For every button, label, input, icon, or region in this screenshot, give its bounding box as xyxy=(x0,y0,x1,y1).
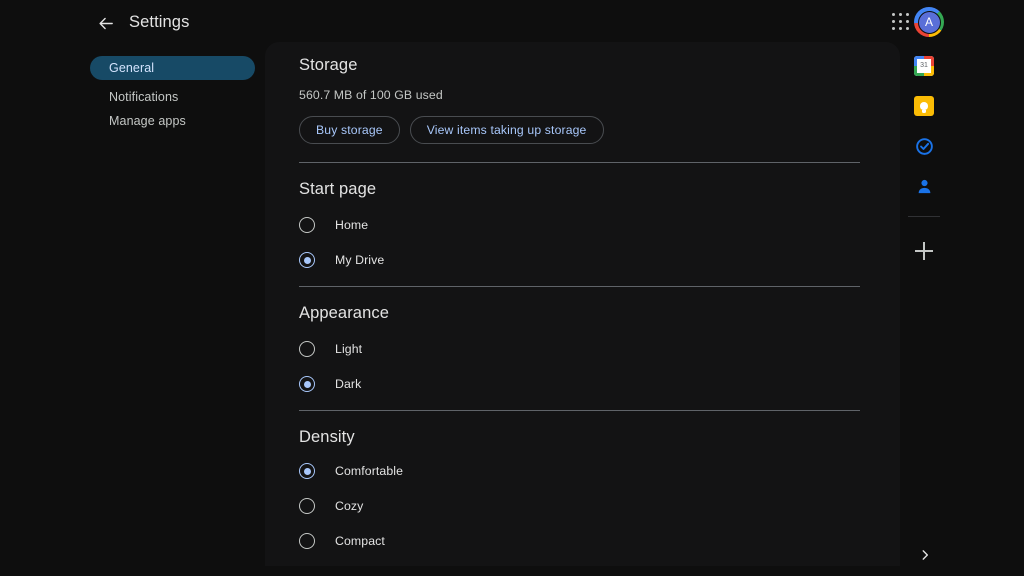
radio-label: Comfortable xyxy=(335,464,404,478)
apps-grid-dot xyxy=(892,13,896,17)
apps-grid-dot xyxy=(905,19,910,24)
radio-label: Home xyxy=(335,218,369,232)
start-page-section-title: Start page xyxy=(299,180,377,198)
sidebar-item-notifications[interactable]: Notifications xyxy=(90,85,255,109)
storage-actions: Buy storage View items taking up storage xyxy=(299,116,860,144)
avatar-initial: A xyxy=(917,10,941,34)
storage-section-title: Storage xyxy=(299,56,358,74)
appearance-option-dark[interactable]: Dark xyxy=(299,375,860,393)
rail-item-contacts[interactable] xyxy=(914,176,934,196)
chevron-right-icon xyxy=(918,548,932,567)
sidebar-item-label: Notifications xyxy=(109,90,179,104)
radio-unselected-icon[interactable] xyxy=(299,498,315,514)
back-button[interactable] xyxy=(93,10,119,36)
page-title: Settings xyxy=(129,13,190,31)
avatar[interactable]: A xyxy=(914,7,944,37)
rail-divider xyxy=(908,216,940,217)
radio-selected-icon[interactable] xyxy=(299,463,315,479)
radio-label: Light xyxy=(335,342,363,356)
sidebar-item-manage-apps[interactable]: Manage apps xyxy=(90,109,255,133)
appearance-section-title: Appearance xyxy=(299,304,389,322)
density-option-compact[interactable]: Compact xyxy=(299,532,860,550)
start-page-option-home[interactable]: Home xyxy=(299,216,860,234)
rail-item-tasks[interactable] xyxy=(914,136,934,156)
radio-selected-icon[interactable] xyxy=(299,376,315,392)
apps-grid-dot xyxy=(898,19,903,24)
radio-label: Dark xyxy=(335,377,362,391)
settings-sidebar: General Notifications Manage apps xyxy=(90,56,255,133)
sidebar-item-label: General xyxy=(109,61,155,75)
storage-usage-text: 560.7 MB of 100 GB used xyxy=(299,88,443,102)
add-plus-icon[interactable] xyxy=(915,242,933,260)
apps-grid-icon[interactable] xyxy=(891,12,911,32)
apps-grid-dot xyxy=(898,13,903,17)
view-items-storage-button[interactable]: View items taking up storage xyxy=(409,116,604,144)
google-keep-icon xyxy=(914,96,934,116)
keep-bulb-glyph xyxy=(920,102,928,113)
radio-label: Compact xyxy=(335,534,385,548)
buy-storage-button[interactable]: Buy storage xyxy=(299,116,400,144)
radio-unselected-icon[interactable] xyxy=(299,341,315,357)
density-option-cozy[interactable]: Cozy xyxy=(299,497,860,515)
radio-selected-icon[interactable] xyxy=(299,252,315,268)
density-option-comfortable[interactable]: Comfortable xyxy=(299,462,860,480)
rail-item-calendar[interactable]: 31 xyxy=(914,56,934,76)
apps-grid-dot xyxy=(905,13,910,17)
appearance-option-light[interactable]: Light xyxy=(299,340,860,358)
apps-grid-dot xyxy=(892,19,896,24)
radio-label: Cozy xyxy=(335,499,364,513)
settings-window: Settings A General Notifications Manage … xyxy=(0,0,1024,576)
radio-unselected-icon[interactable] xyxy=(299,533,315,549)
radio-unselected-icon[interactable] xyxy=(299,217,315,233)
rail-item-keep[interactable] xyxy=(914,96,934,116)
radio-label: My Drive xyxy=(335,253,385,267)
start-page-option-my-drive[interactable]: My Drive xyxy=(299,251,860,269)
arrow-left-icon xyxy=(98,15,115,32)
apps-grid-dot xyxy=(905,26,910,31)
settings-content-panel: Storage 560.7 MB of 100 GB used Buy stor… xyxy=(265,42,900,566)
sidebar-item-label: Manage apps xyxy=(109,114,186,128)
density-section-title: Density xyxy=(299,428,355,446)
apps-grid-dot xyxy=(898,26,903,31)
expand-panel-button[interactable] xyxy=(914,546,936,568)
top-bar: Settings A xyxy=(0,0,1024,44)
apps-grid-dot xyxy=(892,26,896,31)
calendar-day-number: 31 xyxy=(917,59,931,73)
settings-sections: Storage 560.7 MB of 100 GB used Buy stor… xyxy=(265,42,900,566)
google-calendar-icon: 31 xyxy=(914,56,934,76)
google-contacts-icon xyxy=(915,177,934,196)
sidebar-item-general[interactable]: General xyxy=(90,56,255,80)
google-tasks-icon xyxy=(915,137,934,156)
